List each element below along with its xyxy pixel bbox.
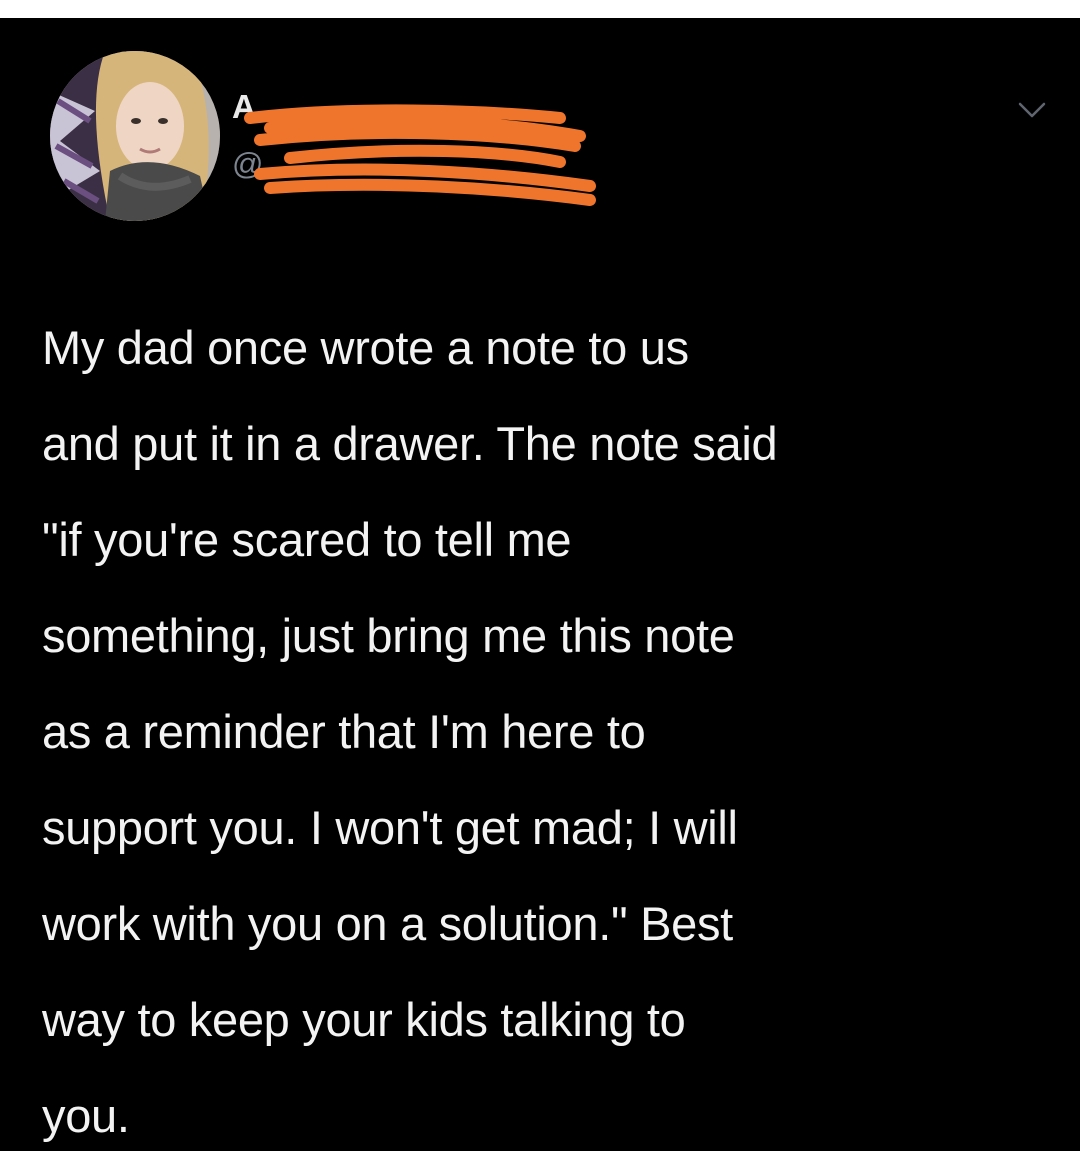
tweet-text-line: you.: [42, 1089, 130, 1142]
tweet-text-line: something, just bring me this note: [42, 609, 735, 662]
tweet-text-line: work with you on a solution." Best: [42, 897, 733, 950]
tweet-text-line: My dad once wrote a note to us: [42, 321, 689, 374]
tweet-text-line: way to keep your kids talking to: [42, 993, 686, 1046]
tweet-text-line: and put it in a drawer. The note said: [42, 417, 778, 470]
tweet-text-line: as a reminder that I'm here to: [42, 705, 646, 758]
tweet-card: A @ My dad once wrote a note to us and p…: [0, 18, 1080, 1151]
tweet-text: My dad once wrote a note to us and put i…: [42, 300, 1052, 1151]
screenshot-frame: A @ My dad once wrote a note to us and p…: [0, 0, 1080, 1163]
tweet-text-line: "if you're scared to tell me: [42, 513, 572, 566]
tweet-text-line: support you. I won't get mad; I will: [42, 801, 738, 854]
avatar-photo: [50, 51, 220, 221]
chevron-down-icon[interactable]: [1012, 96, 1052, 126]
avatar[interactable]: [50, 51, 220, 221]
redaction-scribble: [244, 104, 596, 206]
